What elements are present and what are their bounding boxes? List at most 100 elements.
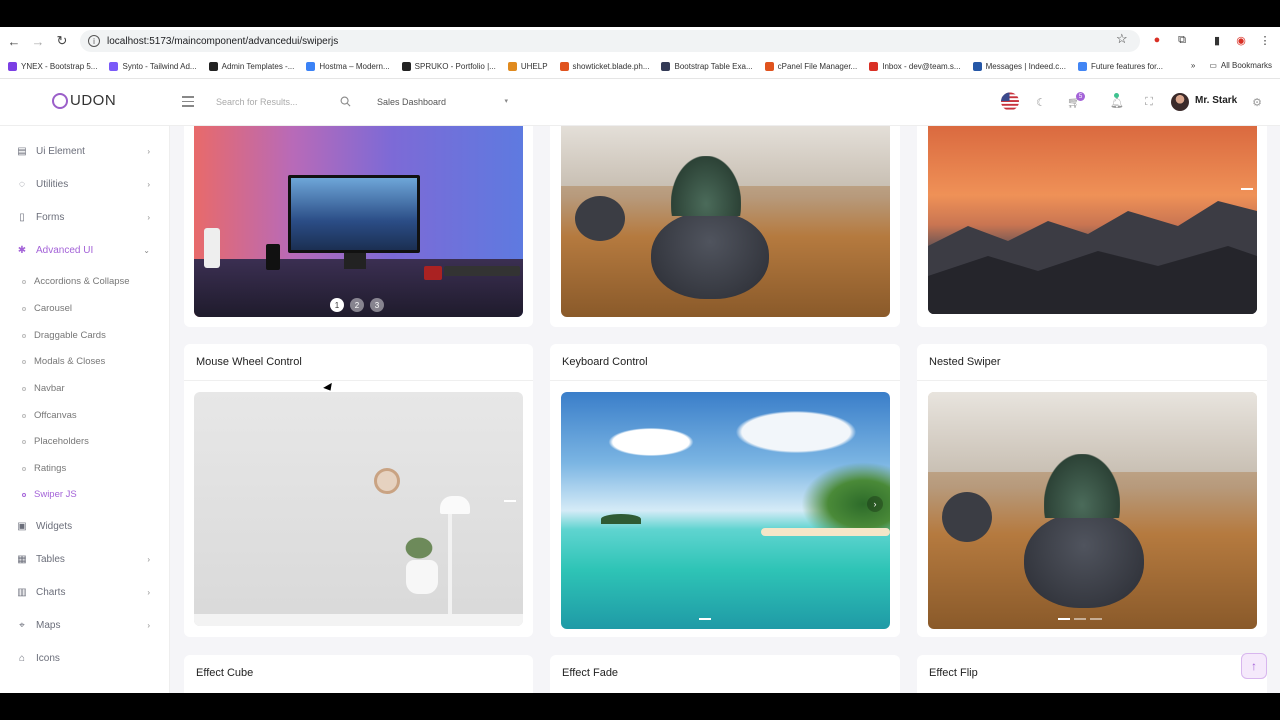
divider <box>550 380 900 381</box>
browser-toolbar: ← → ↻ i localhost:5173/maincomponent/adv… <box>0 27 1280 55</box>
next-arrow-icon[interactable]: › <box>867 496 883 512</box>
bookmark-item[interactable]: YNEX - Bootstrap 5... <box>8 62 97 71</box>
bookmark-item[interactable]: Admin Templates -... <box>208 62 294 71</box>
forward-icon[interactable]: → <box>26 29 50 53</box>
bookmark-item[interactable]: Future features for... <box>1077 62 1163 71</box>
bookmark-item[interactable]: SPRUKO - Portfolio |... <box>401 62 496 71</box>
file-icon: ▯ <box>19 211 25 223</box>
sidebar-subitem-draggable-cards[interactable]: Draggable Cards <box>22 330 106 341</box>
bookmark-item[interactable]: UHELP <box>507 62 548 71</box>
chevron-right-icon: › <box>147 620 150 630</box>
sidebar: ▤ Ui Element › ◌ Utilities › ▯ Forms › ✱ Advanc… <box>0 126 170 693</box>
bookmark-favicon <box>109 62 119 71</box>
pagination-bullet[interactable]: 1 <box>330 298 344 312</box>
chart-icon: ▥ <box>17 586 27 598</box>
bookmark-favicon <box>8 62 17 71</box>
profile-icon[interactable]: ◉ <box>1233 32 1249 48</box>
sidebar-subitem-swiper-js[interactable]: Swiper JS <box>22 489 77 500</box>
swiper-card-mouse-wheel: Mouse Wheel Control <box>184 344 533 637</box>
site-info-icon[interactable]: i <box>88 35 100 47</box>
sidebar-item-ui-element[interactable]: ▤ Ui Element › <box>16 145 156 157</box>
main-content: 1 2 3 Mouse Wheel Control Keyboard Contr… <box>170 126 1280 693</box>
all-bookmarks[interactable]: » ▭ All Bookmarks <box>1191 61 1272 70</box>
plant-slide[interactable] <box>561 126 890 317</box>
dashboard-select[interactable]: Sales Dashboard ▾ <box>370 90 516 114</box>
card-title: Effect Cube <box>196 667 254 679</box>
bookmark-item[interactable]: cPanel File Manager... <box>764 62 857 71</box>
sidebar-item-tables[interactable]: ▦ Tables › <box>16 553 156 565</box>
sidebar-item-widgets[interactable]: ▣ Widgets <box>16 520 156 532</box>
desk-setup-slide[interactable]: 1 2 3 <box>194 126 523 317</box>
logo-mark-icon <box>52 92 68 109</box>
sidebar-subitem-navbar[interactable]: Navbar <box>22 383 65 394</box>
sidebar-item-charts[interactable]: ▥ Charts › <box>16 586 156 598</box>
card-title: Mouse Wheel Control <box>196 356 302 368</box>
bookmark-item[interactable]: Synto - Tailwind Ad... <box>109 62 197 71</box>
card-title: Keyboard Control <box>562 356 648 368</box>
store-icon: ⌂ <box>18 652 26 664</box>
bookmark-item[interactable]: Hostma – Modern... <box>306 62 390 71</box>
bookmark-favicon <box>208 62 218 71</box>
bookmark-favicon <box>764 62 774 71</box>
sidebar-subitem-ratings[interactable]: Ratings <box>22 463 66 474</box>
mountain-slide[interactable] <box>928 126 1257 314</box>
cart-count-badge: 5 <box>1076 92 1085 101</box>
sidebar-subitem-accordions[interactable]: Accordions & Collapse <box>22 276 130 287</box>
search-input[interactable]: Search for Results... <box>208 90 356 114</box>
sidebar-subitem-offcanvas[interactable]: Offcanvas <box>22 410 77 421</box>
bookmark-favicon <box>306 62 316 71</box>
clock-desk-slide[interactable] <box>194 392 523 626</box>
scroll-to-top-button[interactable]: ↑ <box>1241 653 1267 679</box>
side-panel-icon[interactable]: ▮ <box>1209 32 1225 48</box>
swiper-card-effect-cube: Effect Cube <box>184 655 533 693</box>
box-icon: ▤ <box>17 145 27 157</box>
menu-toggle-icon[interactable] <box>182 96 194 110</box>
url-text: localhost:5173/maincomponent/advancedui/… <box>107 35 339 47</box>
sidebar-item-advanced-ui[interactable]: ✱ Advanced UI ⌄ <box>16 244 156 256</box>
bookmark-star-icon[interactable]: ☆ <box>1116 31 1128 47</box>
sidebar-item-utilities[interactable]: ◌ Utilities › <box>16 178 156 190</box>
swiper-card-keyboard: Keyboard Control › <box>550 344 900 637</box>
brand-logo[interactable]: UDON <box>52 92 116 109</box>
bookmark-favicon <box>1077 62 1087 71</box>
bookmark-item[interactable]: Messages | Indeed.c... <box>972 62 1066 71</box>
extension-icon[interactable]: ● <box>1149 32 1165 48</box>
chevron-down-icon: ▾ <box>504 98 508 105</box>
username[interactable]: Mr. Stark <box>1195 95 1237 106</box>
avatar[interactable] <box>1171 93 1189 111</box>
settings-gear-icon[interactable]: ⚙ <box>1248 93 1266 111</box>
bookmark-item[interactable]: Inbox - dev@team.s... <box>869 62 961 71</box>
sidebar-subitem-carousel[interactable]: Carousel <box>22 303 72 314</box>
sidebar-item-forms[interactable]: ▯ Forms › <box>16 211 156 223</box>
search-icon[interactable] <box>340 96 351 107</box>
sidebar-subitem-placeholders[interactable]: Placeholders <box>22 436 89 447</box>
chevron-right-icon: › <box>147 179 150 189</box>
reload-icon[interactable]: ↻ <box>50 29 74 53</box>
swiper-card-effect-fade: Effect Fade <box>550 655 900 693</box>
chevron-right-icon: › <box>147 146 150 156</box>
vertical-pagination <box>1241 188 1257 190</box>
pagination-bullet[interactable]: 2 <box>350 298 364 312</box>
sidebar-subitem-modals[interactable]: Modals & Closes <box>22 356 105 367</box>
bookmark-item[interactable]: showticket.blade.ph... <box>559 62 649 71</box>
slide-pagination <box>1058 618 1106 620</box>
us-flag-icon[interactable] <box>1001 92 1019 110</box>
more-bookmarks-icon[interactable]: » <box>1191 61 1195 70</box>
pagination-bullet[interactable]: 3 <box>370 298 384 312</box>
beach-slide[interactable]: › <box>561 392 890 629</box>
bottom-letterbox <box>0 693 1280 720</box>
slide-pagination: 1 2 3 <box>330 298 390 312</box>
fullscreen-icon[interactable]: ⛶ <box>1140 93 1158 111</box>
nested-plant-slide[interactable] <box>928 392 1257 629</box>
sidebar-item-icons[interactable]: ⌂ Icons <box>16 652 156 664</box>
browser-menu-icon[interactable]: ⋮ <box>1257 32 1273 48</box>
bookmark-favicon <box>401 62 411 71</box>
address-bar[interactable]: i localhost:5173/maincomponent/advancedu… <box>80 30 1140 52</box>
back-icon[interactable]: ← <box>2 29 26 53</box>
extensions-puzzle-icon[interactable]: ⧉ <box>1174 32 1190 48</box>
bookmark-favicon <box>559 62 569 71</box>
moon-icon[interactable]: ☾ <box>1032 93 1050 111</box>
card-title: Effect Flip <box>929 667 978 679</box>
bookmark-item[interactable]: Bootstrap Table Exa... <box>661 62 753 71</box>
sidebar-item-maps[interactable]: ⌖ Maps › <box>16 619 156 631</box>
